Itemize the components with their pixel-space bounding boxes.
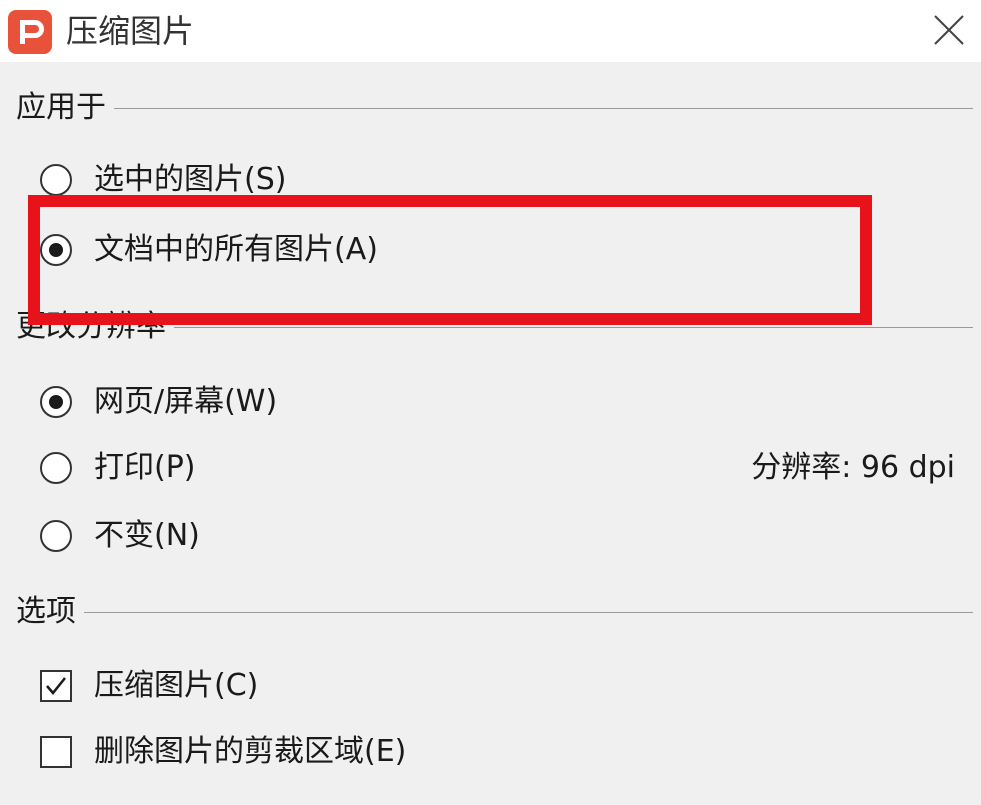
- radio-button-checked[interactable]: [40, 386, 72, 418]
- close-button[interactable]: [929, 10, 969, 50]
- change-resolution-group-label: 更改分辨率: [16, 305, 174, 349]
- option-label: 网页/屏幕(W): [94, 384, 278, 419]
- option-label: 选中的图片(S): [94, 162, 287, 197]
- compress-pictures-dialog: 压缩图片 应用于 选中的图片(S) 文档中的所有图片(A) 更改分辨率 网页/屏…: [0, 0, 981, 805]
- option-label: 删除图片的剪裁区域(E): [94, 734, 407, 769]
- checkbox-checked[interactable]: [40, 670, 72, 702]
- radio-button[interactable]: [40, 520, 72, 552]
- radio-all-pictures[interactable]: 文档中的所有图片(A): [40, 226, 378, 274]
- wps-presentation-icon: [8, 10, 52, 54]
- group-divider: [16, 108, 973, 109]
- radio-unchanged[interactable]: 不变(N): [40, 512, 200, 560]
- radio-selected-pictures[interactable]: 选中的图片(S): [40, 156, 286, 204]
- group-divider: [16, 612, 973, 613]
- dialog-title: 压缩图片: [66, 12, 195, 50]
- option-label: 文档中的所有图片(A): [94, 232, 378, 267]
- radio-print[interactable]: 打印(P): [40, 444, 196, 492]
- radio-web-screen[interactable]: 网页/屏幕(W): [40, 378, 277, 426]
- change-resolution-group: 更改分辨率: [16, 305, 981, 349]
- options-group: 选项: [16, 590, 981, 634]
- checkmark-icon: [46, 677, 66, 695]
- checkbox-delete-cropped-areas[interactable]: 删除图片的剪裁区域(E): [40, 728, 406, 776]
- resolution-readout: 分辨率: 96 dpi: [751, 450, 955, 485]
- apply-to-group: 应用于: [16, 86, 981, 130]
- radio-button-checked[interactable]: [40, 234, 72, 266]
- apply-to-group-label: 应用于: [16, 86, 114, 130]
- radio-button[interactable]: [40, 164, 72, 196]
- close-icon: [934, 15, 964, 45]
- option-label: 不变(N): [94, 518, 200, 553]
- option-label: 压缩图片(C): [94, 668, 259, 703]
- checkbox-compress-pictures[interactable]: 压缩图片(C): [40, 662, 258, 710]
- checkbox[interactable]: [40, 736, 72, 768]
- option-label: 打印(P): [94, 450, 196, 485]
- title-bar: 压缩图片: [0, 0, 981, 62]
- options-group-label: 选项: [16, 590, 84, 634]
- radio-button[interactable]: [40, 452, 72, 484]
